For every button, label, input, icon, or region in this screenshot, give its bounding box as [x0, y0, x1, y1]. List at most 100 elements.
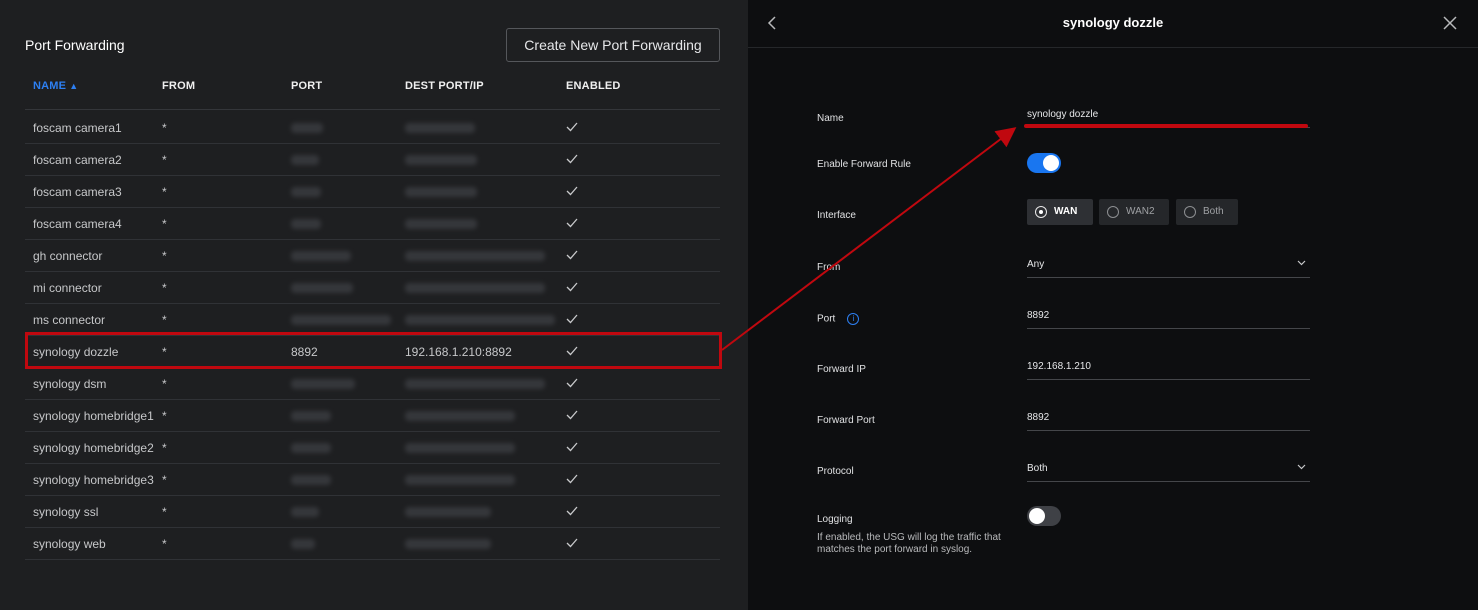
row-name: foscam camera2: [33, 153, 122, 167]
row-from: *: [162, 281, 167, 295]
row-port-redacted: [291, 123, 323, 133]
check-icon: [566, 410, 578, 420]
logging-help-text: If enabled, the USG will log the traffic…: [817, 532, 1001, 555]
row-port-redacted: [291, 251, 351, 261]
row-name: foscam camera4: [33, 217, 122, 231]
interface-option-both[interactable]: Both: [1176, 199, 1238, 225]
table-row[interactable]: synology homebridge2 *: [25, 432, 720, 464]
row-port-redacted: [291, 539, 315, 549]
column-header-name[interactable]: NAME ▲: [33, 80, 78, 92]
row-name: synology homebridge3: [33, 473, 154, 487]
toggle-knob: [1029, 508, 1045, 524]
enable-forward-rule-toggle[interactable]: [1027, 153, 1061, 173]
protocol-label: Protocol: [817, 466, 854, 477]
row-name: synology web: [33, 537, 106, 551]
check-icon: [566, 218, 578, 228]
table-row[interactable]: foscam camera2 *: [25, 144, 720, 176]
table-row[interactable]: synology homebridge1 *: [25, 400, 720, 432]
check-icon: [566, 346, 578, 356]
port-forward-table-body: foscam camera1 * foscam camera2 * foscam cam…: [25, 112, 720, 560]
row-name: foscam camera3: [33, 185, 122, 199]
row-from: *: [162, 473, 167, 487]
enable-forward-rule-label: Enable Forward Rule: [817, 159, 911, 170]
row-name: synology dsm: [33, 377, 107, 391]
row-name: synology ssl: [33, 505, 99, 519]
row-name: mi connector: [33, 281, 102, 295]
row-dest-redacted: [405, 379, 545, 389]
row-port-redacted: [291, 283, 353, 293]
row-port-redacted: [291, 219, 321, 229]
row-port-redacted: [291, 411, 331, 421]
row-port-redacted: [291, 187, 321, 197]
check-icon: [566, 538, 578, 548]
table-row[interactable]: foscam camera1 *: [25, 112, 720, 144]
column-header-from[interactable]: FROM: [162, 80, 195, 92]
close-icon[interactable]: [1442, 15, 1458, 31]
port-label: Port i: [817, 313, 860, 325]
row-from: *: [162, 345, 167, 359]
create-port-forwarding-button[interactable]: Create New Port Forwarding: [506, 28, 720, 62]
column-header-enabled[interactable]: ENABLED: [566, 80, 621, 92]
row-from: *: [162, 505, 167, 519]
name-input[interactable]: synology dozzle: [1027, 109, 1310, 128]
interface-option-wan2[interactable]: WAN2: [1099, 199, 1169, 225]
table-header: NAME ▲ FROM PORT DEST PORT/IP ENABLED: [25, 80, 720, 110]
check-icon: [566, 282, 578, 292]
interface-option-wan[interactable]: WAN: [1027, 199, 1093, 225]
row-port-redacted: [291, 315, 391, 325]
logging-toggle[interactable]: [1027, 506, 1061, 526]
check-icon: [566, 250, 578, 260]
interface-label: Interface: [817, 210, 856, 221]
forward-port-input[interactable]: 8892: [1027, 412, 1310, 431]
row-name: synology dozzle: [33, 345, 119, 359]
chevron-down-icon: [1297, 464, 1306, 470]
row-from: *: [162, 217, 167, 231]
check-icon: [566, 378, 578, 388]
row-from: *: [162, 153, 167, 167]
table-row[interactable]: gh connector *: [25, 240, 720, 272]
column-header-dest[interactable]: DEST PORT/IP: [405, 80, 484, 92]
from-select[interactable]: Any: [1027, 259, 1310, 278]
sort-ascending-icon: ▲: [69, 81, 79, 91]
check-icon: [566, 442, 578, 452]
column-header-port[interactable]: PORT: [291, 80, 322, 92]
row-port-redacted: [291, 475, 331, 485]
check-icon: [566, 122, 578, 132]
row-dest-redacted: [405, 411, 515, 421]
radio-unselected-icon: [1184, 206, 1196, 218]
row-dest-redacted: [405, 507, 491, 517]
check-icon: [566, 154, 578, 164]
row-dest-redacted: [405, 283, 545, 293]
logging-label: Logging: [817, 514, 853, 525]
from-label: From: [817, 262, 841, 273]
edit-panel-header: synology dozzle: [748, 0, 1478, 48]
row-from: *: [162, 409, 167, 423]
info-icon[interactable]: i: [847, 313, 860, 325]
row-from: *: [162, 377, 167, 391]
radio-selected-icon: [1035, 206, 1047, 218]
row-dest-redacted: [405, 475, 515, 485]
table-row[interactable]: synology homebridge3 *: [25, 464, 720, 496]
page-title: Port Forwarding: [25, 37, 125, 53]
forward-ip-input[interactable]: 192.168.1.210: [1027, 361, 1310, 380]
edit-panel: synology dozzle Name synology dozzle Ena…: [748, 0, 1478, 610]
row-from: *: [162, 121, 167, 135]
table-row[interactable]: ms connector *: [25, 304, 720, 336]
port-input[interactable]: 8892: [1027, 310, 1310, 329]
table-row[interactable]: synology ssl *: [25, 496, 720, 528]
row-dest-redacted: [405, 539, 491, 549]
protocol-select[interactable]: Both: [1027, 463, 1310, 482]
row-dest-redacted: [405, 315, 555, 325]
check-icon: [566, 474, 578, 484]
table-row[interactable]: foscam camera3 *: [25, 176, 720, 208]
table-row[interactable]: foscam camera4 *: [25, 208, 720, 240]
row-from: *: [162, 185, 167, 199]
row-port-redacted: [291, 443, 331, 453]
table-row[interactable]: synology web *: [25, 528, 720, 560]
table-row[interactable]: synology dozzle * 8892 192.168.1.210:8892: [25, 336, 720, 368]
check-icon: [566, 506, 578, 516]
chevron-down-icon: [1297, 260, 1306, 266]
table-row[interactable]: synology dsm *: [25, 368, 720, 400]
table-row[interactable]: mi connector *: [25, 272, 720, 304]
row-name: gh connector: [33, 249, 103, 263]
